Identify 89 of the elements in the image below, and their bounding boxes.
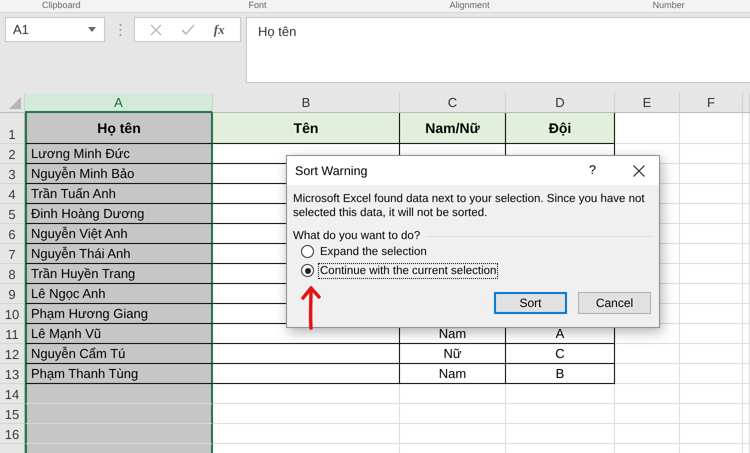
table-cell: Họ tên bbox=[25, 113, 213, 144]
table-cell bbox=[680, 144, 743, 164]
close-icon[interactable] bbox=[633, 165, 645, 177]
table-cell: Nữ bbox=[400, 344, 506, 364]
table-cell bbox=[680, 224, 743, 244]
table-cell bbox=[680, 184, 743, 204]
help-button[interactable]: ? bbox=[589, 163, 596, 177]
name-box[interactable]: A1 bbox=[5, 17, 105, 42]
table-cell: Lê Mạnh Vũ bbox=[25, 324, 213, 344]
table-cell: Trần Huyền Trang bbox=[25, 264, 213, 284]
row-header[interactable]: 9 bbox=[0, 284, 25, 304]
table-cell: B bbox=[506, 364, 615, 384]
column-header[interactable]: D bbox=[506, 93, 615, 113]
column-header[interactable]: B bbox=[213, 93, 400, 113]
formula-field[interactable]: Họ tên bbox=[246, 17, 750, 83]
table-cell: Đinh Hoàng Dương bbox=[25, 204, 213, 224]
check-icon[interactable] bbox=[181, 24, 196, 36]
row-header[interactable]: 13 bbox=[0, 364, 25, 384]
table-cell bbox=[615, 424, 680, 444]
table-cell: Phạm Hương Giang bbox=[25, 304, 213, 324]
insert-function-button[interactable]: fx bbox=[214, 22, 225, 38]
table-cell: Lương Minh Đức bbox=[25, 144, 213, 164]
table-cell bbox=[680, 264, 743, 284]
dialog-title: Sort Warning bbox=[295, 164, 368, 178]
ribbon-group-label: Font bbox=[248, 0, 267, 12]
table-cell: Nguyễn Thái Anh bbox=[25, 244, 213, 264]
table-cell bbox=[680, 304, 743, 324]
table-cell bbox=[680, 164, 743, 184]
table-cell: Tên bbox=[213, 113, 400, 144]
table-cell bbox=[680, 384, 743, 404]
row-header[interactable]: 2 bbox=[0, 144, 25, 164]
radio-button[interactable] bbox=[301, 264, 314, 277]
option-label[interactable]: Expand the selection bbox=[318, 244, 429, 260]
table-cell bbox=[680, 324, 743, 344]
table-cell bbox=[615, 384, 680, 404]
table-cell: Trần Tuấn Anh bbox=[25, 184, 213, 204]
row-header[interactable]: 3 bbox=[0, 164, 25, 184]
table-cell bbox=[680, 244, 743, 264]
table-cell: Nguyễn Việt Anh bbox=[25, 224, 213, 244]
table-cell bbox=[680, 364, 743, 384]
ribbon-group-label: Number bbox=[652, 0, 685, 12]
column-header[interactable] bbox=[743, 93, 750, 113]
dialog-message: Microsoft Excel found data next to your selection. Since you have not selected this data, it will not be sorted. bbox=[293, 192, 646, 220]
row-header[interactable]: 6 bbox=[0, 224, 25, 244]
row-header[interactable]: 1 bbox=[0, 113, 25, 144]
ribbon-group-label: Alignment bbox=[450, 0, 490, 12]
table-cell: Nam bbox=[400, 364, 506, 384]
table-cell bbox=[615, 364, 680, 384]
row-header[interactable]: 14 bbox=[0, 384, 25, 404]
table-cell bbox=[680, 404, 743, 424]
table-cell bbox=[680, 344, 743, 364]
caret-icon bbox=[88, 27, 96, 32]
row-header[interactable]: 4 bbox=[0, 184, 25, 204]
question-label: What do you want to do? bbox=[293, 230, 420, 242]
column-header[interactable]: A bbox=[25, 93, 213, 113]
column-header[interactable]: F bbox=[680, 93, 743, 113]
table-cell: Nguyễn Cẩm Tú bbox=[25, 344, 213, 364]
table-cell bbox=[615, 344, 680, 364]
ribbon-group-label: Clipboard bbox=[42, 0, 81, 12]
table-cell: Nguyễn Minh Bảo bbox=[25, 164, 213, 184]
table-cell: C bbox=[506, 344, 615, 364]
table-cell: Phạm Thanh Tùng bbox=[25, 364, 213, 384]
arrow-drawing bbox=[301, 286, 321, 330]
table-cell bbox=[680, 204, 743, 224]
option-label[interactable]: Continue with the current selection bbox=[318, 262, 498, 278]
column-header[interactable]: E bbox=[615, 93, 680, 113]
cancel-icon[interactable] bbox=[150, 24, 162, 36]
row-header[interactable]: 7 bbox=[0, 244, 25, 264]
row-header[interactable]: 5 bbox=[0, 204, 25, 224]
radio-button[interactable] bbox=[301, 245, 314, 258]
row-header[interactable]: 8 bbox=[0, 264, 25, 284]
table-cell: Đội bbox=[506, 113, 615, 144]
row-header[interactable]: 15 bbox=[0, 404, 25, 424]
row-header[interactable]: 11 bbox=[0, 324, 25, 344]
column-header[interactable]: C bbox=[400, 93, 506, 113]
table-cell bbox=[680, 113, 743, 144]
row-header[interactable]: 16 bbox=[0, 424, 25, 444]
grip-icon bbox=[119, 23, 122, 37]
row-header[interactable]: 10 bbox=[0, 304, 25, 324]
table-cell bbox=[615, 404, 680, 424]
row-header[interactable]: 12 bbox=[0, 344, 25, 364]
table-cell: Lê Ngọc Anh bbox=[25, 284, 213, 304]
sort-button[interactable]: Sort bbox=[494, 292, 567, 314]
table-cell: Nam/Nữ bbox=[400, 113, 506, 144]
select-all-icon[interactable] bbox=[9, 97, 21, 109]
cancel-button[interactable]: Cancel bbox=[578, 292, 651, 314]
table-cell bbox=[615, 113, 680, 144]
table-cell bbox=[680, 424, 743, 444]
table-cell bbox=[680, 284, 743, 304]
